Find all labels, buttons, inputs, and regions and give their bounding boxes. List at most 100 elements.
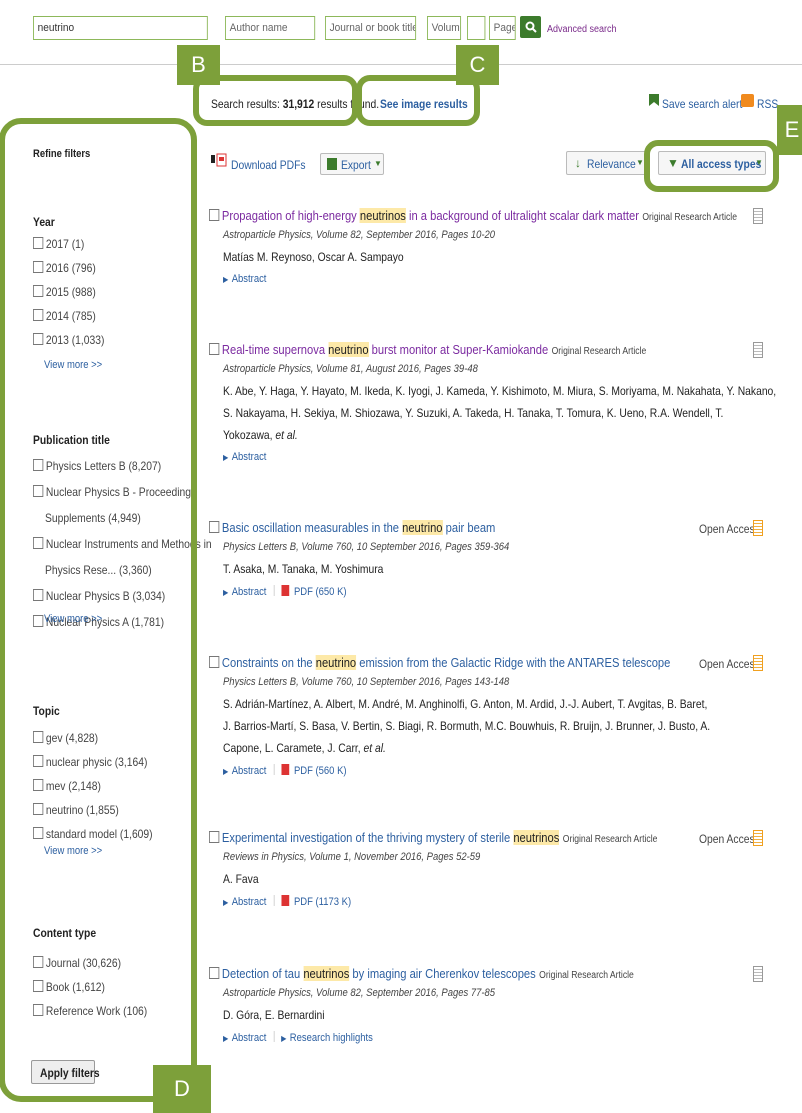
search-input[interactable]: neutrino bbox=[33, 16, 208, 40]
result-title-text[interactable]: by imaging air Cherenkov telescopes bbox=[349, 966, 535, 981]
separator bbox=[273, 764, 275, 775]
article-type: Original Research Article bbox=[642, 212, 737, 223]
callout-e-frame bbox=[644, 140, 779, 192]
journal-field[interactable]: Journal or book title bbox=[325, 16, 417, 40]
result-title-text[interactable]: Real-time supernova bbox=[222, 342, 328, 357]
expand-triangle-icon: ▶ bbox=[223, 453, 229, 462]
result-title-text[interactable]: Propagation of high-energy bbox=[222, 208, 360, 223]
pdf-link[interactable]: PDF (1173 K) bbox=[294, 896, 351, 908]
result-title-text[interactable]: emission from the Galactic Ridge with th… bbox=[356, 655, 670, 670]
rss-icon bbox=[741, 94, 754, 107]
result-title-text[interactable]: Experimental investigation of the thrivi… bbox=[222, 830, 513, 845]
open-access-label: Open Access bbox=[699, 657, 760, 671]
search-term-highlight[interactable]: neutrinos bbox=[359, 208, 406, 223]
result-title[interactable]: Basic oscillation measurables in the neu… bbox=[209, 520, 495, 535]
result-authors: Capone, L. Caramete, J. Carr, et al. bbox=[223, 741, 386, 755]
chevron-down-icon: ▼ bbox=[374, 159, 382, 168]
issue-field[interactable] bbox=[467, 16, 486, 40]
result-links: ▶ Abstract ▶ Research highlights bbox=[223, 1031, 373, 1044]
export-label: Export bbox=[341, 158, 371, 172]
result-links: ▶ Abstract PDF (1173 K) bbox=[223, 895, 351, 908]
expand-triangle-icon: ▶ bbox=[281, 1034, 287, 1043]
callout-d-label: D bbox=[153, 1065, 211, 1113]
result-title[interactable]: Experimental investigation of the thrivi… bbox=[209, 830, 657, 845]
author-field[interactable]: Author name bbox=[225, 16, 316, 40]
result-title-text[interactable]: pair beam bbox=[443, 520, 496, 535]
document-icon bbox=[753, 208, 763, 224]
pdf-link[interactable]: PDF (560 K) bbox=[294, 765, 347, 777]
result-checkbox[interactable] bbox=[209, 656, 220, 668]
document-icon bbox=[753, 342, 763, 358]
result-links: ▶ Abstract bbox=[223, 273, 266, 285]
expand-triangle-icon: ▶ bbox=[223, 275, 229, 284]
result-source: Physics Letters B, Volume 760, 10 Septem… bbox=[223, 676, 510, 688]
result-title-text[interactable]: Basic oscillation measurables in the bbox=[222, 520, 402, 535]
article-type: Original Research Article bbox=[539, 970, 634, 981]
expand-triangle-icon: ▶ bbox=[223, 1034, 229, 1043]
sort-arrow-icon: ↓ bbox=[575, 156, 581, 170]
result-checkbox[interactable] bbox=[209, 209, 220, 221]
document-icon bbox=[753, 655, 763, 671]
page-field[interactable]: Page bbox=[489, 16, 516, 40]
export-icon bbox=[327, 158, 337, 170]
search-term-highlight[interactable]: neutrinos bbox=[303, 966, 350, 981]
result-title[interactable]: Constraints on the neutrino emission fro… bbox=[209, 655, 670, 670]
relevance-label: Relevance bbox=[587, 157, 636, 171]
result-title[interactable]: Detection of tau neutrinos by imaging ai… bbox=[209, 966, 634, 981]
search-term-highlight[interactable]: neutrinos bbox=[513, 830, 560, 845]
result-title-text[interactable]: in a background of ultralight scalar dar… bbox=[406, 208, 639, 223]
result-links: ▶ Abstract PDF (650 K) bbox=[223, 585, 347, 598]
volume-field[interactable]: Volume bbox=[427, 16, 462, 40]
download-pdfs-link[interactable]: Download PDFs bbox=[231, 158, 306, 172]
abstract-link[interactable]: Abstract bbox=[232, 765, 267, 777]
result-authors: S. Nakayama, H. Sekiya, M. Shiozawa, Y. … bbox=[223, 406, 724, 420]
search-term-highlight[interactable]: neutrino bbox=[402, 520, 443, 535]
export-button[interactable]: Export ▼ bbox=[320, 153, 384, 175]
search-term-highlight[interactable]: neutrino bbox=[328, 342, 369, 357]
result-authors: Matías M. Reynoso, Oscar A. Sampayo bbox=[223, 250, 404, 264]
result-checkbox[interactable] bbox=[209, 343, 220, 355]
pdf-icon bbox=[281, 585, 289, 596]
result-authors: K. Abe, Y. Haga, Y. Hayato, M. Ikeda, K.… bbox=[223, 384, 777, 398]
abstract-link[interactable]: Abstract bbox=[232, 896, 267, 908]
open-access-label: Open Access bbox=[699, 522, 760, 536]
search-term-highlight[interactable]: neutrino bbox=[315, 655, 357, 670]
result-source: Reviews in Physics, Volume 1, November 2… bbox=[223, 851, 481, 863]
advanced-search-link[interactable]: Advanced search bbox=[547, 24, 617, 35]
abstract-link[interactable]: Abstract bbox=[232, 451, 267, 463]
research-highlights-link[interactable]: Research highlights bbox=[290, 1032, 373, 1044]
result-title[interactable]: Real-time supernova neutrino burst monit… bbox=[209, 342, 646, 357]
result-authors: T. Asaka, M. Tanaka, M. Yoshimura bbox=[223, 562, 384, 576]
article-type: Original Research Article bbox=[562, 834, 658, 845]
save-search-alert-link[interactable]: Save search alert bbox=[662, 97, 742, 111]
result-checkbox[interactable] bbox=[209, 831, 220, 843]
result-title-text[interactable]: burst monitor at Super-Kamiokande bbox=[369, 342, 548, 357]
abstract-link[interactable]: Abstract bbox=[232, 1032, 267, 1044]
separator bbox=[273, 585, 275, 596]
document-icon bbox=[753, 830, 763, 846]
et-al: et al. bbox=[275, 428, 298, 442]
document-icon bbox=[753, 966, 763, 982]
pdf-icon bbox=[281, 895, 289, 906]
abstract-link[interactable]: Abstract bbox=[232, 273, 267, 285]
result-links: ▶ Abstract PDF (560 K) bbox=[223, 764, 347, 777]
result-checkbox[interactable] bbox=[209, 967, 220, 979]
result-title[interactable]: Propagation of high-energy neutrinos in … bbox=[209, 208, 737, 223]
search-button[interactable] bbox=[520, 16, 541, 38]
abstract-link[interactable]: Abstract bbox=[232, 586, 267, 598]
search-icon bbox=[525, 21, 537, 33]
separator bbox=[273, 1031, 275, 1042]
result-title-text[interactable]: Detection of tau bbox=[222, 966, 303, 981]
callout-c-label: C bbox=[456, 45, 499, 85]
separator bbox=[273, 895, 275, 906]
download-pdfs-icon bbox=[209, 153, 227, 169]
result-title-text[interactable]: Constraints on the bbox=[222, 655, 316, 670]
result-authors: D. Góra, E. Bernardini bbox=[223, 1008, 325, 1022]
result-source: Astroparticle Physics, Volume 82, Septem… bbox=[223, 987, 496, 999]
chevron-down-icon: ▼ bbox=[636, 158, 644, 167]
pdf-link[interactable]: PDF (650 K) bbox=[294, 586, 347, 598]
rss-link[interactable]: RSS bbox=[757, 97, 778, 111]
sort-relevance-dropdown[interactable]: ↓ Relevance ▼ bbox=[566, 151, 646, 175]
result-authors: J. Barrios-Martí, S. Basa, V. Bertin, S.… bbox=[223, 719, 711, 733]
result-checkbox[interactable] bbox=[209, 521, 220, 533]
